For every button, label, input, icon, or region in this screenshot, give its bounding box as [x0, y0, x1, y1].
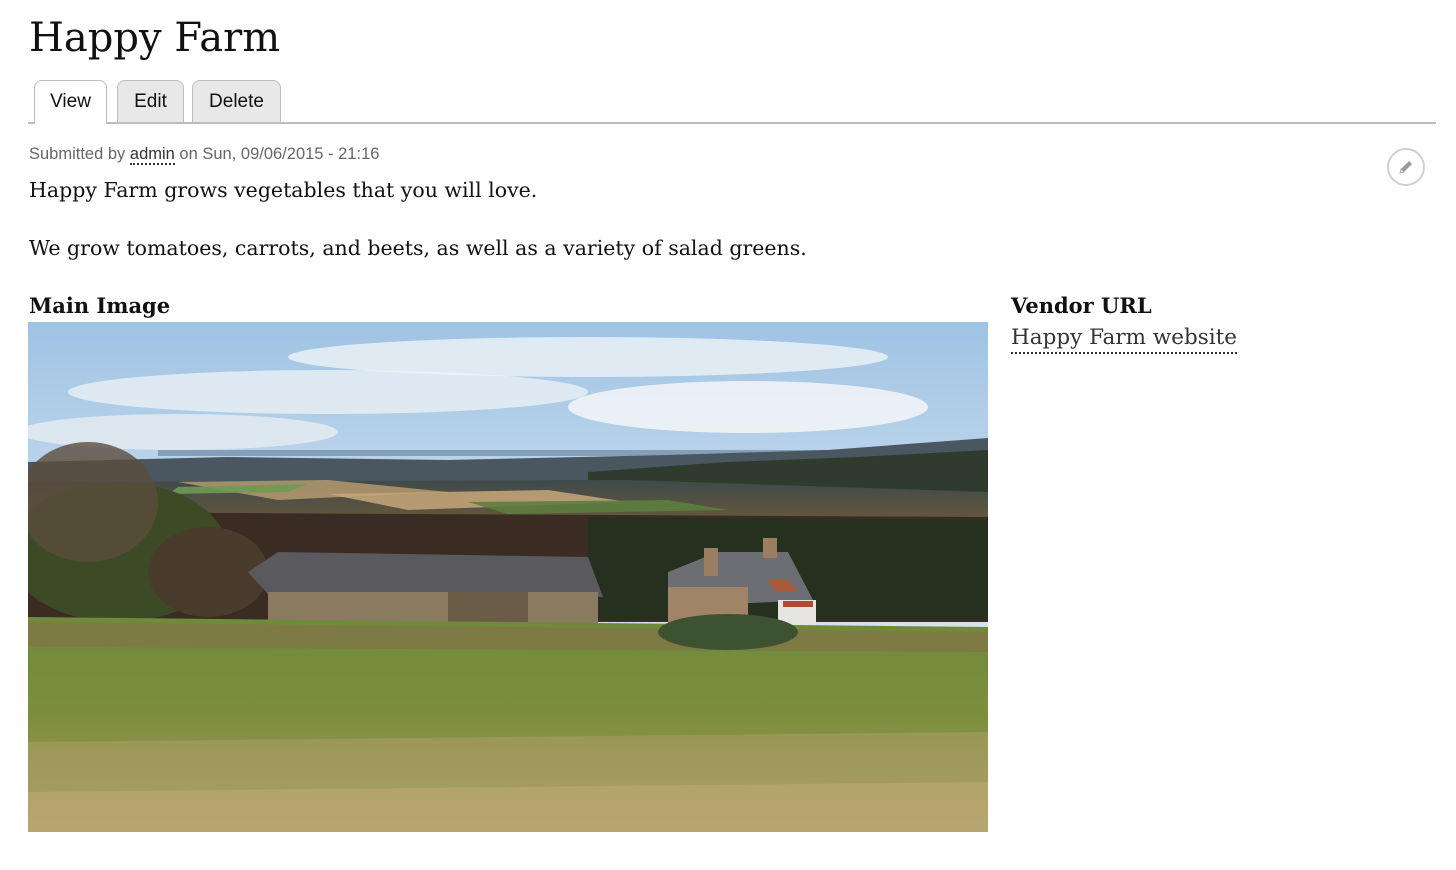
tab-edit[interactable]: Edit [117, 80, 184, 122]
contextual-edit-button[interactable] [1387, 148, 1425, 186]
pencil-icon [1399, 161, 1412, 174]
main-image [28, 322, 988, 832]
vendor-url-label: Vendor URL [1011, 293, 1152, 318]
tab-delete[interactable]: Delete [192, 80, 281, 122]
vendor-website-link[interactable]: Happy Farm website [1011, 324, 1238, 354]
submitted-date: on Sun, 09/06/2015 - 21:16 [174, 145, 380, 163]
body-paragraph: Happy Farm grows vegetables that you wil… [29, 178, 538, 202]
tab-bar: View Edit Delete [28, 80, 1436, 124]
submitted-info: Submitted by admin on Sun, 09/06/2015 - … [29, 143, 379, 165]
author-link[interactable]: admin [129, 145, 175, 165]
tab-view[interactable]: View [34, 80, 107, 124]
main-image-label: Main Image [29, 293, 171, 318]
submitted-prefix: Submitted by [29, 145, 130, 163]
body-paragraph: We grow tomatoes, carrots, and beets, as… [29, 236, 807, 260]
page-title: Happy Farm [29, 15, 281, 61]
page: Happy Farm View Edit Delete Submitted by… [0, 0, 1456, 870]
